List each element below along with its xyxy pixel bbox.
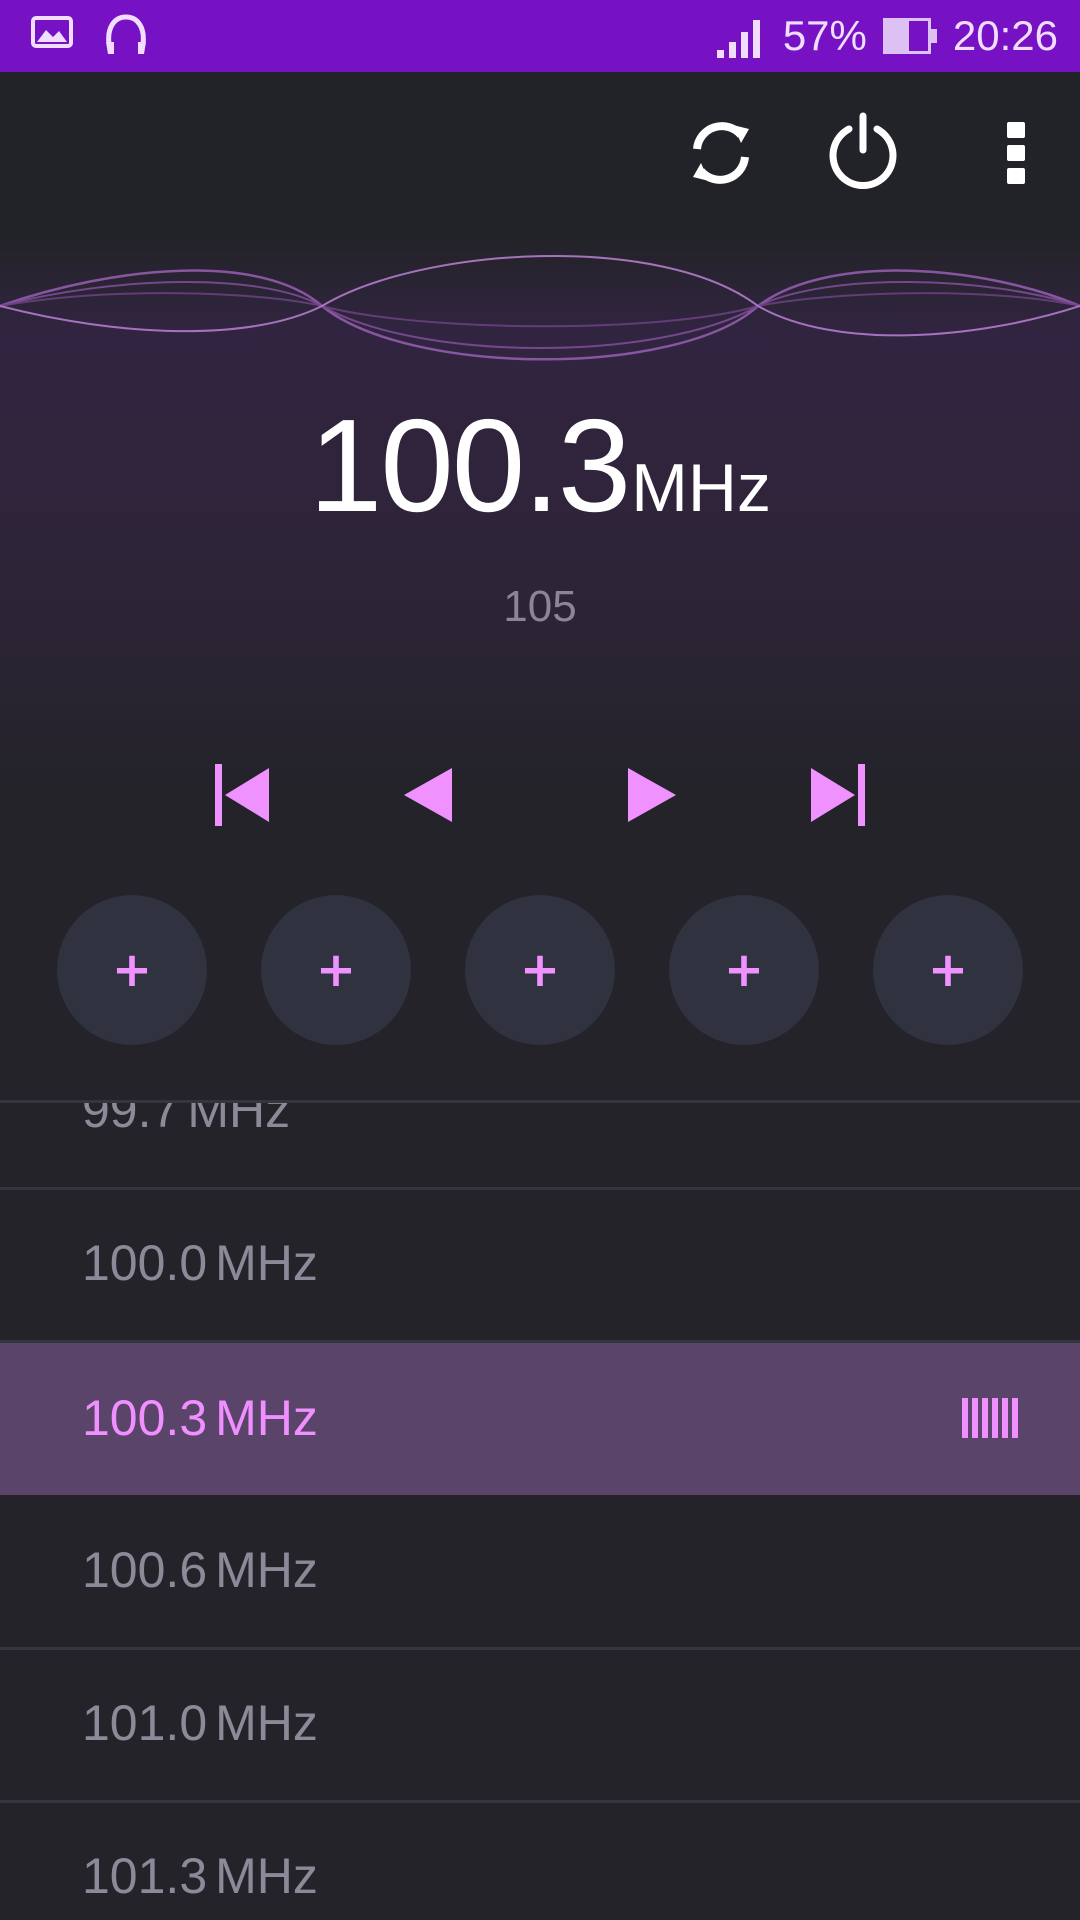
seek-forward-button[interactable] (607, 752, 697, 842)
playing-bar (972, 1398, 978, 1438)
station-label: 100.3 MHz (82, 1389, 318, 1447)
station-unit: MHz (215, 1695, 318, 1751)
more-options-button[interactable] (973, 112, 1059, 198)
preset-button-5[interactable]: + (873, 895, 1023, 1045)
preset-buttons: + + + + + (0, 895, 1080, 1047)
playing-bar (992, 1398, 998, 1438)
station-frequency: 100.6 (82, 1542, 208, 1598)
playback-controls (0, 752, 1080, 842)
station-label: 100.0 MHz (82, 1234, 318, 1292)
plus-icon: + (315, 942, 357, 998)
station-frequency: 100.3 (82, 1390, 208, 1446)
station-name: 105 (503, 582, 577, 631)
station-unit: MHz (215, 1390, 318, 1446)
plus-icon: + (723, 942, 765, 998)
preset-button-3[interactable]: + (465, 895, 615, 1045)
skip-previous-button[interactable] (198, 752, 288, 842)
frequency-value: 100.3 (308, 392, 631, 539)
status-icons-left (30, 12, 150, 56)
station-frequency: 99.7 (82, 1100, 180, 1138)
status-time: 20:26 (952, 12, 1058, 59)
station-frequency: 101.3 (82, 1848, 208, 1904)
station-label: 101.3 MHz (82, 1847, 318, 1905)
preset-button-2[interactable]: + (261, 895, 411, 1045)
station-unit: MHz (215, 1542, 318, 1598)
station-list: 99.7 MHz 100.0 MHz 100.3 MHz 100.6 MHz 101.0… (0, 1100, 1080, 1920)
station-unit: MHz (215, 1848, 318, 1904)
plus-icon: + (111, 942, 153, 998)
battery-icon (881, 14, 939, 58)
playing-bar (1012, 1398, 1018, 1438)
refresh-icon (683, 115, 759, 196)
preset-button-4[interactable]: + (669, 895, 819, 1045)
preset-button-1[interactable]: + (57, 895, 207, 1045)
gallery-icon (30, 12, 74, 56)
skip-previous-icon (211, 760, 275, 835)
more-vert-icon (1004, 118, 1028, 193)
station-frequency: 101.0 (82, 1695, 208, 1751)
station-unit: MHz (187, 1100, 291, 1138)
station-row[interactable]: 99.7 MHz (0, 1100, 1080, 1187)
station-label: 101.0 MHz (82, 1694, 318, 1752)
station-row[interactable]: 100.6 MHz (0, 1495, 1080, 1647)
seek-back-icon (396, 760, 460, 835)
skip-next-button[interactable] (792, 752, 882, 842)
station-frequency: 100.0 (82, 1235, 208, 1291)
plus-icon: + (927, 942, 969, 998)
waveform-decoration (0, 255, 1080, 361)
playing-bar (962, 1398, 968, 1438)
status-icons-right: 57% 20:26 (713, 10, 1058, 62)
playing-icon (962, 1398, 1018, 1438)
frequency-unit: MHz (631, 450, 772, 526)
power-icon (825, 112, 901, 199)
skip-next-icon (805, 760, 869, 835)
divider (0, 1100, 1080, 1103)
battery-percent: 57% (782, 12, 867, 59)
station-row[interactable]: 100.0 MHz (0, 1188, 1080, 1340)
refresh-button[interactable] (678, 112, 764, 198)
playing-bar (982, 1398, 988, 1438)
station-row-selected[interactable]: 100.3 MHz (0, 1343, 1080, 1495)
station-row[interactable]: 101.3 MHz (0, 1801, 1080, 1920)
station-unit: MHz (215, 1235, 318, 1291)
station-row[interactable]: 101.0 MHz (0, 1648, 1080, 1800)
seek-forward-icon (620, 760, 684, 835)
power-button[interactable] (820, 112, 906, 198)
seek-back-button[interactable] (383, 752, 473, 842)
toolbar (0, 72, 1080, 242)
station-label: 100.6 MHz (82, 1541, 318, 1599)
status-bar: 57% 20:26 (0, 0, 1080, 72)
station-label: 99.7 MHz (82, 1100, 290, 1139)
signal-icon (713, 12, 769, 60)
current-frequency: 100.3MHz (0, 390, 1080, 541)
plus-icon: + (519, 942, 561, 998)
playing-bar (1002, 1398, 1008, 1438)
headset-icon (102, 12, 150, 56)
